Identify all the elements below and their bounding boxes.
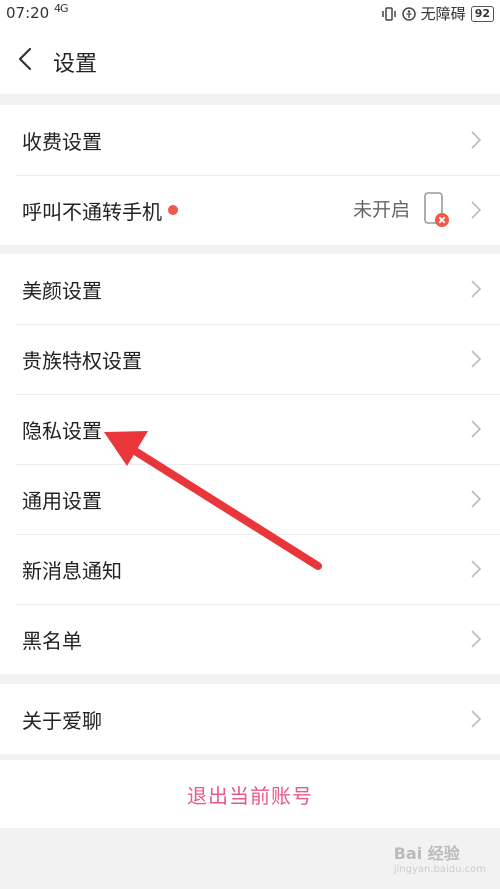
accessibility-label: 无障碍 xyxy=(420,5,466,23)
chevron-right-icon xyxy=(471,131,482,149)
status-time: 07:20 xyxy=(6,4,50,22)
settings-item-call-forward[interactable]: 呼叫不通转手机 未开启 xyxy=(0,175,500,245)
status-right: 无障碍 92 xyxy=(381,3,494,24)
chevron-right-icon xyxy=(471,490,482,508)
watermark-brand: Bai 经验 xyxy=(393,844,460,863)
settings-item-label: 关于爱聊 xyxy=(22,708,102,733)
settings-item-blacklist[interactable]: 黑名单 xyxy=(0,604,500,674)
chevron-right-icon xyxy=(471,420,482,438)
vibrate-icon xyxy=(381,6,396,21)
watermark-url: jingyan.baidu.com xyxy=(393,864,486,875)
chevron-right-icon xyxy=(471,710,482,728)
settings-group-1: 收费设置 呼叫不通转手机 未开启 xyxy=(0,105,500,245)
settings-item-label: 呼叫不通转手机 xyxy=(22,199,162,224)
logout-button[interactable]: 退出当前账号 xyxy=(0,760,500,828)
back-icon[interactable] xyxy=(12,44,42,74)
chevron-right-icon xyxy=(471,280,482,298)
settings-item-label: 黑名单 xyxy=(22,628,82,653)
settings-item-label: 贵族特权设置 xyxy=(22,348,142,373)
call-forward-status: 未开启 xyxy=(352,199,410,221)
new-badge-dot xyxy=(168,205,178,215)
settings-item-noble-privileges[interactable]: 贵族特权设置 xyxy=(0,324,500,394)
settings-item-general[interactable]: 通用设置 xyxy=(0,464,500,534)
logout-label: 退出当前账号 xyxy=(187,783,313,808)
chevron-right-icon xyxy=(471,560,482,578)
accessibility-icon xyxy=(401,6,416,21)
status-bar: 07:20 4G 无障碍 92 xyxy=(0,0,500,26)
settings-group-3: 关于爱聊 xyxy=(0,684,500,754)
chevron-right-icon xyxy=(471,350,482,368)
settings-item-label: 通用设置 xyxy=(22,488,102,513)
chevron-right-icon xyxy=(471,201,482,219)
settings-item-label: 隐私设置 xyxy=(22,418,102,443)
settings-item-label: 美颜设置 xyxy=(22,278,102,303)
battery-indicator: 92 xyxy=(470,5,494,22)
settings-item-beauty[interactable]: 美颜设置 xyxy=(0,254,500,324)
chevron-right-icon xyxy=(471,630,482,648)
watermark: Bai 经验 jingyan.baidu.com xyxy=(394,840,486,875)
page-title: 设置 xyxy=(53,52,98,77)
settings-item-billing[interactable]: 收费设置 xyxy=(0,105,500,175)
settings-group-2: 美颜设置 贵族特权设置 隐私设置 通用设置 新消息通知 黑名单 xyxy=(0,254,500,674)
signal-indicator: 4G xyxy=(54,2,68,15)
nav-bar: 设置 xyxy=(0,26,500,94)
settings-item-label: 收费设置 xyxy=(22,129,102,154)
phone-off-icon xyxy=(424,192,449,227)
settings-item-about[interactable]: 关于爱聊 xyxy=(0,684,500,754)
settings-item-notifications[interactable]: 新消息通知 xyxy=(0,534,500,604)
settings-item-label: 新消息通知 xyxy=(22,558,122,583)
settings-item-privacy[interactable]: 隐私设置 xyxy=(0,394,500,464)
